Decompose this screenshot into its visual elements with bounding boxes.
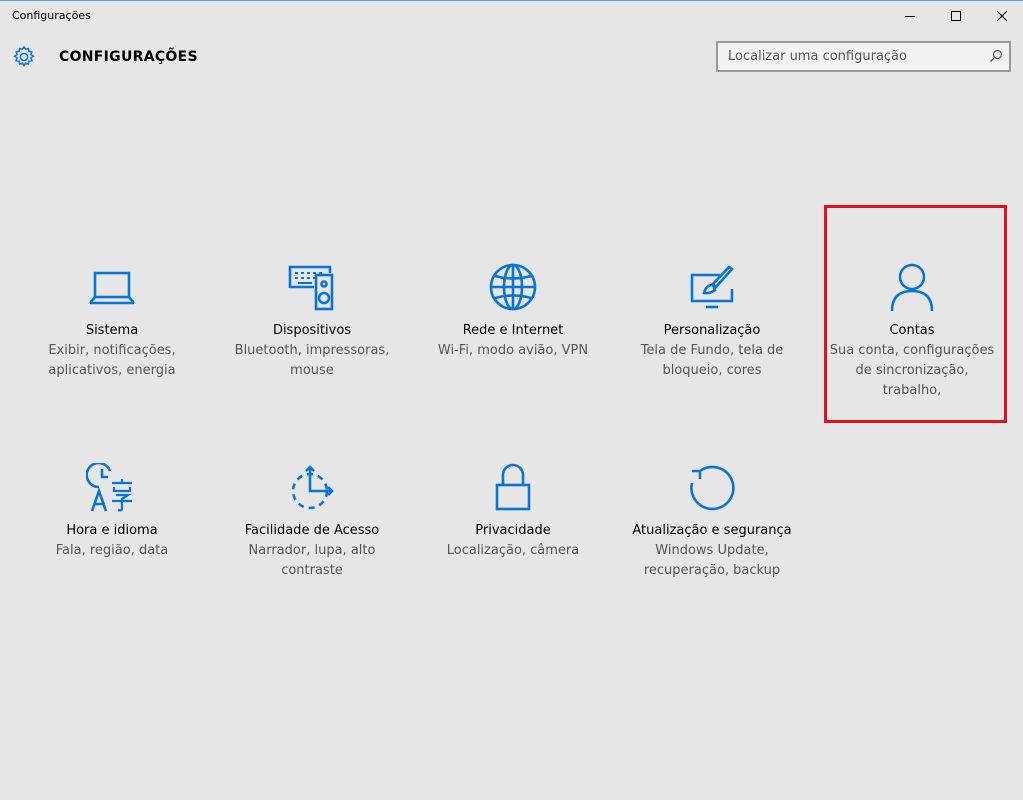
maximize-button[interactable] [933,1,979,31]
user-icon [890,263,934,312]
tile-privacidade[interactable]: Privacidade Localização, câmera [423,463,603,561]
tile-facilidade-acesso[interactable]: Facilidade de Acesso Narrador, lupa, alt… [222,463,402,581]
close-button[interactable] [979,1,1023,31]
lock-icon [495,463,531,511]
tile-description: Localização, câmera [446,543,580,558]
laptop-icon [89,271,135,305]
tile-dispositivos[interactable]: Dispositivos Bluetooth, impressoras, mou… [222,263,402,381]
settings-window: Configurações CONFIGURAÇÕES Localizar um… [0,0,1023,800]
search-icon[interactable] [989,49,1003,63]
title-bar[interactable]: Configurações [0,1,1023,31]
tile-contas[interactable]: Contas Sua conta, configurações de sincr… [822,263,1002,401]
time-language-icon [86,463,132,512]
maximize-icon [951,11,961,21]
page-title: CONFIGURAÇÕES [59,49,198,65]
tile-description: Narrador, lupa, alto contraste [248,543,376,578]
tile-description: Fala, região, data [55,543,169,558]
tile-hora-idioma[interactable]: Hora e idioma Fala, região, data [22,463,202,561]
close-icon [996,10,1008,22]
minimize-button[interactable] [887,1,933,31]
tile-description: Tela de Fundo, tela de bloqueio, cores [640,343,784,378]
devices-icon [288,265,334,311]
gear-icon [13,45,35,67]
tile-description: Sua conta, configurações de sincronizaçã… [829,343,995,398]
tile-personalizacao[interactable]: Personalização Tela de Fundo, tela de bl… [622,263,802,381]
search-input[interactable] [718,48,980,65]
tile-title: Privacidade [475,523,551,538]
tile-description: Exibir, notificações, aplicativos, energ… [48,343,176,378]
tile-title: Atualização e segurança [632,523,792,538]
tile-title: Dispositivos [272,323,352,338]
tile-title: Contas [889,323,935,338]
tile-description: Windows Update, recuperação, backup [643,543,781,578]
tile-description: Wi-Fi, modo avião, VPN [437,343,589,358]
globe-icon [489,263,537,311]
page-header: CONFIGURAÇÕES [0,41,1023,77]
paint-brush-icon [690,265,734,309]
minimize-icon [905,16,915,17]
tile-title: Facilidade de Acesso [244,523,380,538]
tile-title: Sistema [85,323,139,338]
update-icon [690,465,735,511]
tile-rede-internet[interactable]: Rede e Internet Wi-Fi, modo avião, VPN [423,263,603,361]
tile-title: Rede e Internet [462,323,564,338]
window-title: Configurações [12,9,91,22]
tile-title: Personalização [663,323,761,338]
tile-atualizacao-seguranca[interactable]: Atualização e segurança Windows Update, … [622,463,802,581]
tile-sistema[interactable]: Sistema Exibir, notificações, aplicativo… [22,263,202,381]
ease-of-access-icon [291,465,334,510]
tile-description: Bluetooth, impressoras, mouse [234,343,390,378]
tile-title: Hora e idioma [66,523,158,538]
search-box[interactable] [716,41,1011,72]
